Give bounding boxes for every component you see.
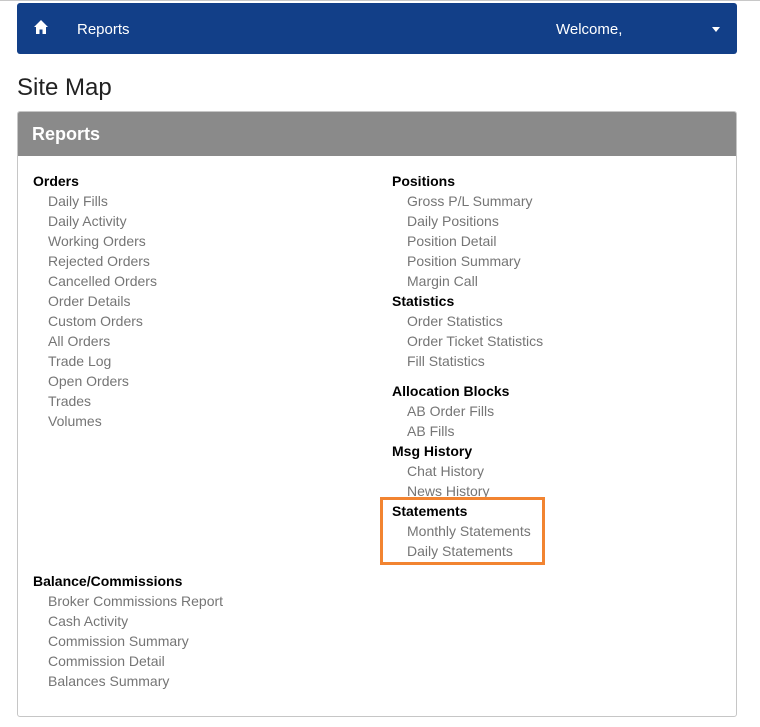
section-title: Balance/Commissions [33, 573, 183, 589]
report-link[interactable]: AB Fills [392, 421, 509, 441]
section-orders: Orders Daily Fills Daily Activity Workin… [33, 171, 157, 431]
section-allocation-blocks: Allocation Blocks AB Order Fills AB Fill… [392, 381, 509, 441]
report-link[interactable]: Broker Commissions Report [33, 591, 223, 611]
top-navbar: Reports Welcome, [17, 3, 737, 54]
report-link[interactable]: Daily Positions [392, 211, 533, 231]
report-link[interactable]: Rejected Orders [33, 251, 157, 271]
report-link[interactable]: Commission Summary [33, 631, 223, 651]
report-link[interactable]: Trade Log [33, 351, 157, 371]
report-link[interactable]: Fill Statistics [392, 351, 543, 371]
report-link[interactable]: Custom Orders [33, 311, 157, 331]
report-link[interactable]: Trades [33, 391, 157, 411]
report-link[interactable]: Order Ticket Statistics [392, 331, 543, 351]
panel-heading: Reports [18, 112, 736, 156]
top-border [0, 0, 760, 1]
report-link[interactable]: Commission Detail [33, 651, 223, 671]
section-title: Allocation Blocks [392, 383, 510, 399]
section-title: Msg History [392, 443, 473, 459]
page-title: Site Map [17, 74, 112, 101]
nav-reports-link[interactable]: Reports [77, 21, 130, 38]
home-icon[interactable] [33, 19, 49, 35]
report-link[interactable]: Daily Fills [33, 191, 157, 211]
report-link[interactable]: AB Order Fills [392, 401, 509, 421]
report-link[interactable]: Order Statistics [392, 311, 543, 331]
report-link[interactable]: Open Orders [33, 371, 157, 391]
section-statistics: Statistics Order Statistics Order Ticket… [392, 291, 543, 371]
report-link[interactable]: Position Summary [392, 251, 533, 271]
report-link[interactable]: Working Orders [33, 231, 157, 251]
section-balance-commissions: Balance/Commissions Broker Commissions R… [33, 571, 223, 691]
section-title: Statistics [392, 293, 455, 309]
reports-panel: Reports Orders Daily Fills Daily Activit… [17, 111, 737, 717]
report-link[interactable]: Cancelled Orders [33, 271, 157, 291]
report-link[interactable]: Gross P/L Summary [392, 191, 533, 211]
report-link[interactable]: Balances Summary [33, 671, 223, 691]
report-link[interactable]: Daily Activity [33, 211, 157, 231]
report-link[interactable]: Order Details [33, 291, 157, 311]
statements-highlight-box [380, 497, 545, 565]
report-link[interactable]: Chat History [392, 461, 489, 481]
chevron-down-icon[interactable] [712, 27, 720, 32]
user-welcome-menu[interactable]: Welcome, [556, 21, 622, 38]
section-title: Positions [392, 173, 456, 189]
report-link[interactable]: Cash Activity [33, 611, 223, 631]
report-link[interactable]: Volumes [33, 411, 157, 431]
report-link[interactable]: All Orders [33, 331, 157, 351]
report-link[interactable]: Margin Call [392, 271, 533, 291]
section-msg-history: Msg History Chat History News History [392, 441, 489, 501]
report-link[interactable]: Position Detail [392, 231, 533, 251]
section-title: Orders [33, 173, 79, 189]
section-positions: Positions Gross P/L Summary Daily Positi… [392, 171, 533, 291]
